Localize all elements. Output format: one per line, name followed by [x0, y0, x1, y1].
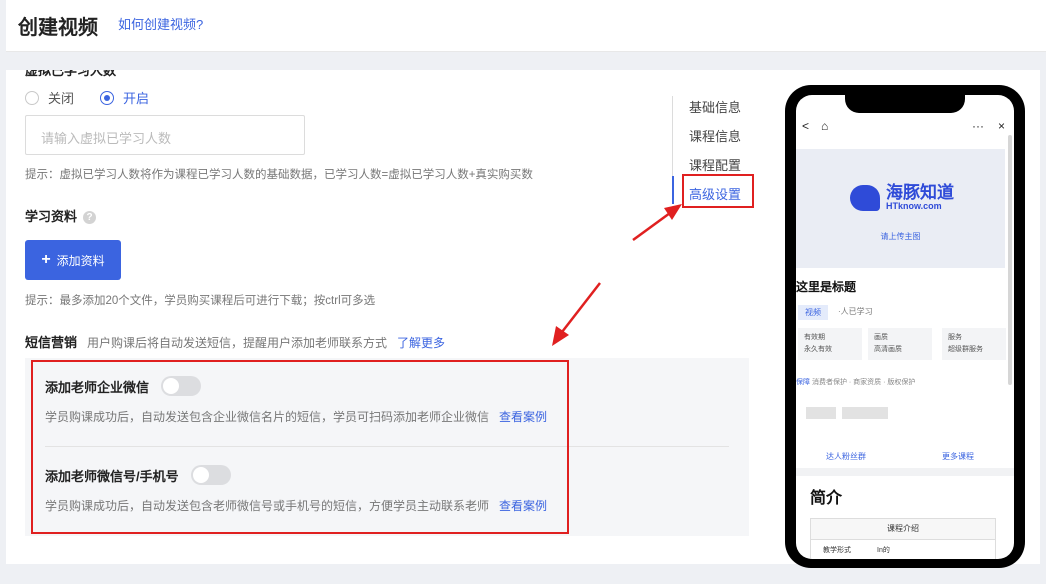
logo-sub: HTknow.com: [886, 201, 942, 211]
page-title: 创建视频: [18, 17, 98, 39]
page-header: 创建视频 如何创建视频?: [6, 0, 1046, 52]
study-materials-hint: 提示：最多添加20个文件，学员购买课程后可进行下载；按ctrl可多选: [25, 295, 376, 307]
brand-logo: 海豚知道 HTknow.com: [850, 183, 954, 211]
question-icon[interactable]: ?: [83, 211, 97, 224]
guarantee-text: 消费者保护 · 商家资质 · 版权保护: [811, 379, 916, 386]
study-materials-label: 学习资料: [25, 209, 78, 224]
blurred-avatar: [806, 407, 836, 419]
phone-screen: < ⌂ ··· × 海豚知道 HTknow.com 请上传主图 这里是标题 视频…: [796, 95, 1014, 559]
feature-name: 有效期: [804, 334, 825, 341]
phone-nav-bar: < ⌂ ··· ×: [796, 115, 1014, 139]
plus-icon: +: [41, 251, 51, 268]
more-icon[interactable]: ···: [972, 119, 984, 133]
blurred-text: [842, 407, 888, 419]
arrow-to-advanced-settings: [632, 204, 682, 242]
table-cell: In的: [877, 547, 890, 554]
radio-on[interactable]: 开启: [100, 88, 149, 107]
radio-off-circle-icon: [25, 90, 39, 105]
nav-item-basic-info[interactable]: 基础信息: [689, 97, 741, 116]
virtual-learners-hint: 提示：虚拟已学习人数将作为课程已学习人数的基础数据，已学习人数=虚拟已学习人数+…: [25, 169, 533, 181]
more-courses-button[interactable]: 更多课程: [942, 451, 974, 462]
sms-desc: 用户购课后将自动发送短信，提醒用户添加老师联系方式: [87, 336, 388, 350]
back-icon[interactable]: <: [802, 119, 809, 133]
radio-on-circle-icon: [100, 90, 115, 105]
learn-more-link[interactable]: 了解更多: [397, 334, 445, 351]
section-gap: [796, 468, 1014, 476]
fans-group-button[interactable]: 达人粉丝群: [826, 451, 866, 462]
home-icon[interactable]: ⌂: [821, 119, 828, 133]
arrow-to-sms-box: [552, 282, 601, 346]
virtual-learners-radio-group: 关闭 开启: [25, 88, 175, 107]
dolphin-icon: [850, 185, 880, 211]
sms-highlight-box: [31, 360, 569, 534]
study-count: ·人已学习: [838, 307, 873, 316]
guarantee-row[interactable]: 保障 消费者保护 · 商家资质 · 版权保护: [796, 377, 1006, 387]
phone-preview: < ⌂ ··· × 海豚知道 HTknow.com 请上传主图 这里是标题 视频…: [785, 85, 1025, 568]
nav-item-course-info[interactable]: 课程信息: [689, 126, 741, 145]
add-material-label: 添加资料: [56, 253, 105, 268]
sms-marketing-header: 短信营销 用户购课后将自动发送短信，提醒用户添加老师联系方式 了解更多: [25, 332, 445, 351]
table-cell: 教学形式: [823, 547, 851, 554]
upload-hint: 请上传主图: [880, 232, 921, 241]
phone-scrollbar[interactable]: [1008, 135, 1012, 385]
guarantee-label: 保障: [796, 379, 810, 386]
intro-heading: 简介: [810, 490, 843, 507]
phone-notch: [845, 85, 965, 113]
close-icon[interactable]: ×: [998, 119, 1005, 133]
feature-name: 服务: [948, 334, 962, 341]
intro-table-row: 教学形式 In的: [810, 540, 996, 559]
nav-active-indicator: [672, 176, 674, 204]
feature-service: 服务 超级群服务: [942, 328, 1006, 360]
nav-highlight-box: [682, 174, 754, 208]
radio-off[interactable]: 关闭: [25, 88, 74, 107]
add-material-button[interactable]: + 添加资料: [25, 240, 121, 280]
feature-quality: 画质 高清画质: [868, 328, 932, 360]
radio-off-label: 关闭: [48, 91, 75, 106]
virtual-learners-input[interactable]: 请输入虚拟已学习人数: [25, 115, 305, 155]
type-badge: 视频: [798, 305, 828, 320]
course-title: 这里是标题: [796, 280, 857, 294]
help-link[interactable]: 如何创建视频?: [118, 14, 203, 33]
intro-table-header: 课程介绍: [810, 518, 996, 540]
feature-value: 永久有效: [804, 346, 832, 353]
virtual-learners-label: 虚拟已学习人数: [25, 70, 117, 78]
radio-on-label: 开启: [123, 91, 150, 106]
feature-validity: 有效期 永久有效: [798, 328, 862, 360]
logo-text: 海豚知道: [886, 183, 954, 202]
nav-item-course-config[interactable]: 课程配置: [689, 155, 741, 174]
feature-name: 画质: [874, 334, 888, 341]
feature-value: 超级群服务: [948, 346, 983, 353]
study-materials-title: 学习资料?: [25, 206, 97, 225]
sms-title: 短信营销: [25, 335, 78, 350]
cover-image-placeholder: 海豚知道 HTknow.com 请上传主图: [796, 149, 1005, 268]
feature-value: 高清画质: [874, 346, 902, 353]
